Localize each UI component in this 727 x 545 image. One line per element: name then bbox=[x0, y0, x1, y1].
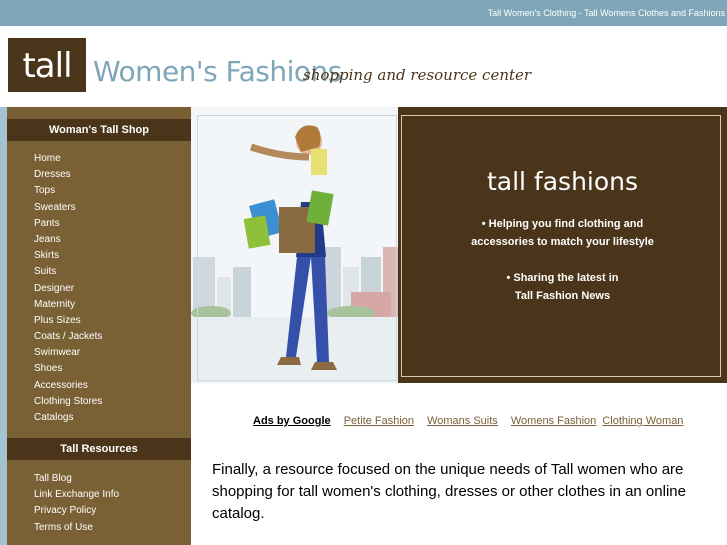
top-bar: Tall Women's Clothing - Tall Womens Clot… bbox=[0, 0, 727, 26]
ad-link-womans-suits[interactable]: Womans Suits bbox=[427, 415, 498, 427]
photo-frame bbox=[197, 115, 397, 381]
sidebar-item-jeans[interactable]: Jeans bbox=[34, 232, 102, 248]
sidebar-edge bbox=[0, 107, 7, 545]
sidebar-item-suits[interactable]: Suits bbox=[34, 264, 102, 280]
hero-title: tall fashions bbox=[486, 167, 639, 196]
hero-banner: tall fashions • Helping you find clothin… bbox=[191, 107, 727, 383]
brand-tagline: shopping and resource center bbox=[303, 66, 532, 84]
ad-link-womens-fashion[interactable]: Womens Fashion bbox=[511, 415, 596, 427]
shop-nav: Home Dresses Tops Sweaters Pants Jeans S… bbox=[34, 151, 102, 426]
sidebar-item-skirts[interactable]: Skirts bbox=[34, 248, 102, 264]
ads-by-google-link[interactable]: Ads by Google bbox=[253, 415, 331, 427]
sidebar-item-accessories[interactable]: Accessories bbox=[34, 378, 102, 394]
sidebar-item-catalogs[interactable]: Catalogs bbox=[34, 410, 102, 426]
hero-bullet-1-line-2: accessories to match your lifestyle bbox=[471, 236, 654, 248]
resources-nav: Tall Blog Link Exchange Info Privacy Pol… bbox=[34, 471, 119, 536]
hero-bullet-1-line-1: • Helping you find clothing and bbox=[481, 218, 644, 230]
sidebar-item-tops[interactable]: Tops bbox=[34, 183, 102, 199]
sidebar-item-link-exchange[interactable]: Link Exchange Info bbox=[34, 487, 119, 503]
intro-paragraph: Finally, a resource focused on the uniqu… bbox=[212, 461, 686, 522]
logo-text: tall bbox=[22, 46, 72, 86]
sidebar-item-sweaters[interactable]: Sweaters bbox=[34, 200, 102, 216]
sidebar-item-swimwear[interactable]: Swimwear bbox=[34, 345, 102, 361]
sidebar-item-designer[interactable]: Designer bbox=[34, 281, 102, 297]
sidebar-item-clothing-stores[interactable]: Clothing Stores bbox=[34, 394, 102, 410]
sidebar-item-coats-jackets[interactable]: Coats / Jackets bbox=[34, 329, 102, 345]
ads-bar: Ads by Google Petite Fashion Womans Suit… bbox=[253, 415, 693, 427]
shop-heading: Woman's Tall Shop bbox=[7, 119, 191, 141]
sidebar-item-terms-of-use[interactable]: Terms of Use bbox=[34, 520, 119, 536]
resources-heading: Tall Resources bbox=[7, 438, 191, 460]
ad-link-petite-fashion[interactable]: Petite Fashion bbox=[344, 415, 414, 427]
sidebar: Woman's Tall Shop Home Dresses Tops Swea… bbox=[0, 107, 191, 545]
top-site-link[interactable]: Tall Women's Clothing - Tall Womens Clot… bbox=[488, 8, 725, 18]
hero-photo bbox=[191, 107, 398, 383]
sidebar-item-plus-sizes[interactable]: Plus Sizes bbox=[34, 313, 102, 329]
hero-bullet-2-line-1: • Sharing the latest in bbox=[506, 272, 619, 284]
sidebar-item-dresses[interactable]: Dresses bbox=[34, 167, 102, 183]
hero-bullet-2-line-2: Tall Fashion News bbox=[514, 290, 611, 302]
sidebar-item-privacy-policy[interactable]: Privacy Policy bbox=[34, 503, 119, 519]
site-logo[interactable]: tall bbox=[8, 38, 86, 92]
sidebar-item-shoes[interactable]: Shoes bbox=[34, 361, 102, 377]
sidebar-item-home[interactable]: Home bbox=[34, 151, 102, 167]
ad-link-clothing-woman[interactable]: Clothing Woman bbox=[602, 415, 683, 427]
sidebar-item-maternity[interactable]: Maternity bbox=[34, 297, 102, 313]
sidebar-item-tall-blog[interactable]: Tall Blog bbox=[34, 471, 119, 487]
sidebar-item-pants[interactable]: Pants bbox=[34, 216, 102, 232]
